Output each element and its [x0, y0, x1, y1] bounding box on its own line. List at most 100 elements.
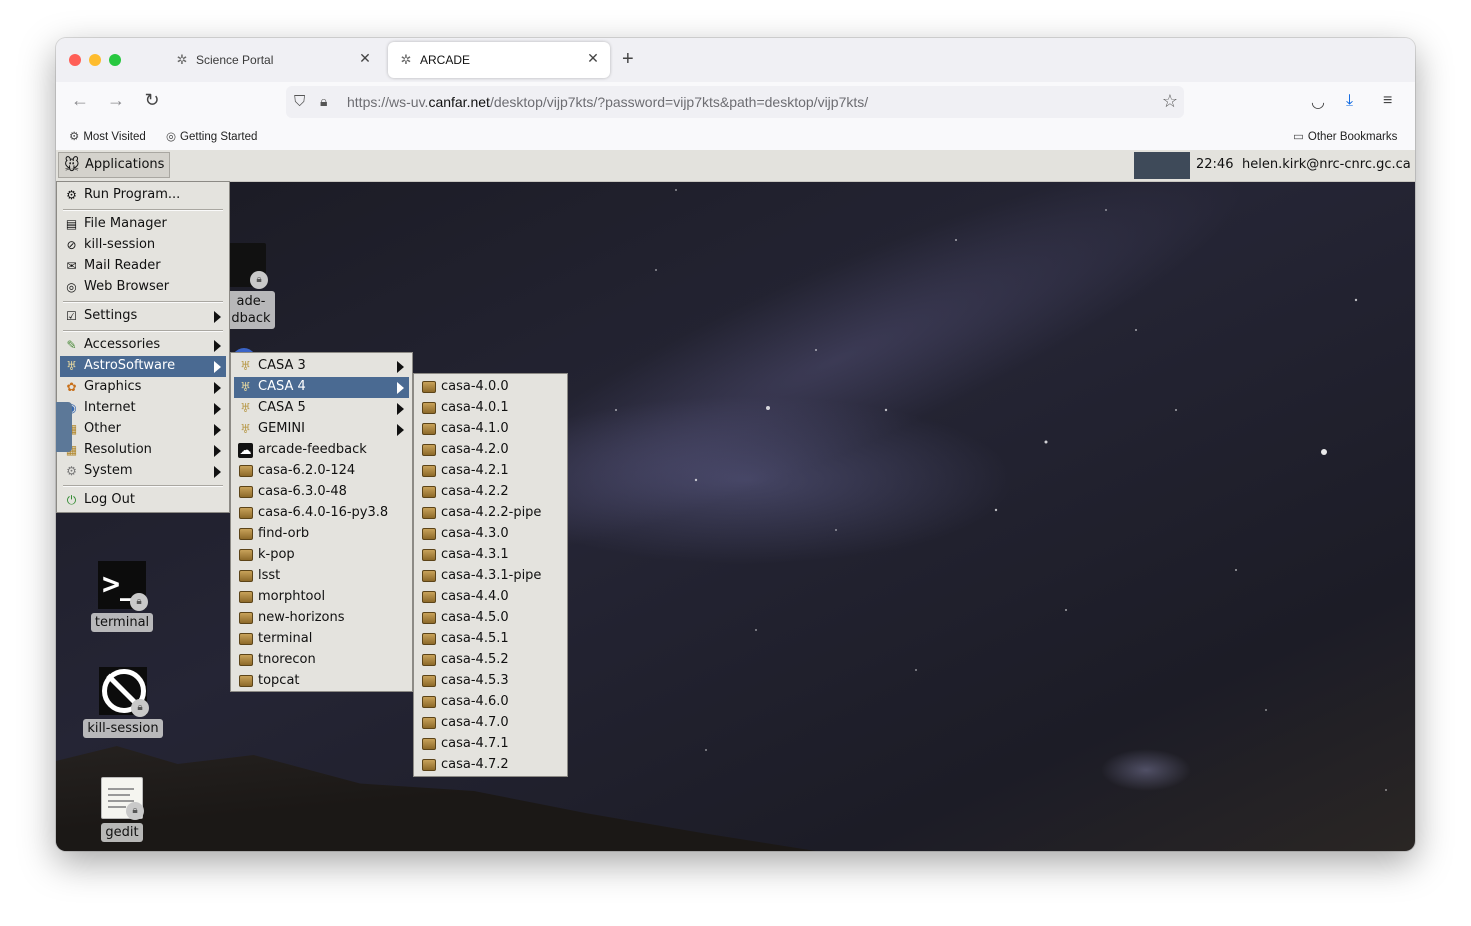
menu-item-internet[interactable]: ◉ Internet: [60, 398, 226, 419]
tab-title: ARCADE: [420, 53, 471, 67]
desktop-icon-terminal[interactable]: >_ 🔒︎ terminal: [84, 561, 160, 632]
shield-icon[interactable]: ⛉: [294, 93, 305, 110]
menu-item-casa-4-5-0[interactable]: casa-4.5.0: [417, 608, 564, 629]
forward-button[interactable]: →: [104, 90, 128, 111]
back-button[interactable]: ←: [68, 90, 92, 111]
package-icon: [238, 674, 253, 689]
menu-item-label: casa-4.1.0: [441, 421, 509, 436]
menu-item-casa-6-3-0[interactable]: casa-6.3.0-48: [234, 482, 409, 503]
menu-item-run-program[interactable]: ⚙ Run Program...: [60, 185, 226, 206]
submenu-arrow-icon: [214, 445, 221, 457]
menu-item-casa-4-4-0[interactable]: casa-4.4.0: [417, 587, 564, 608]
menu-item-file-manager[interactable]: ▤ File Manager: [60, 214, 226, 235]
panel-clock[interactable]: 22:46: [1196, 157, 1233, 172]
new-tab-button[interactable]: +: [622, 48, 634, 71]
tab-title: Science Portal: [196, 53, 274, 67]
package-icon: [421, 674, 436, 689]
menu-item-casa-6-4-0[interactable]: casa-6.4.0-16-py3.8: [234, 503, 409, 524]
lock-icon: 🔒︎: [131, 699, 149, 717]
address-bar[interactable]: ⛉ 🔒︎ https://ws-uv.canfar.net/desktop/vi…: [286, 86, 1184, 118]
menu-item-lsst[interactable]: lsst: [234, 566, 409, 587]
menu-item-web-browser[interactable]: ◎ Web Browser: [60, 277, 226, 298]
menu-item-label: casa-4.3.0: [441, 526, 509, 541]
menu-item-label: casa-4.7.1: [441, 736, 509, 751]
menu-item-system[interactable]: ⚙ System: [60, 461, 226, 482]
bookmark-getting-started[interactable]: ◎ Getting Started: [166, 129, 257, 143]
menu-item-k-pop[interactable]: k-pop: [234, 545, 409, 566]
menu-item-label: find-orb: [258, 526, 310, 541]
remote-desktop[interactable]: 🐭︎ Applications 22:46 helen.kirk@nrc-cnr…: [56, 150, 1415, 851]
close-tab-icon[interactable]: ✕: [584, 50, 602, 67]
menu-item-new-horizons[interactable]: new-horizons: [234, 608, 409, 629]
menu-item-casa-6-2-0[interactable]: casa-6.2.0-124: [234, 461, 409, 482]
menu-icon[interactable]: ≡: [1383, 92, 1392, 110]
menu-item-casa-4-0-0[interactable]: casa-4.0.0: [417, 377, 564, 398]
reload-button[interactable]: ↻: [140, 90, 164, 111]
menu-item-morphtool[interactable]: morphtool: [234, 587, 409, 608]
menu-item-settings[interactable]: ☑ Settings: [60, 306, 226, 327]
menu-item-casa-4-1-0[interactable]: casa-4.1.0: [417, 419, 564, 440]
close-window-button[interactable]: [69, 54, 81, 66]
url-text[interactable]: https://ws-uv.canfar.net/desktop/vijp7kt…: [347, 94, 868, 110]
desktop-icon-label: terminal: [90, 613, 154, 632]
minimize-window-button[interactable]: [89, 54, 101, 66]
zoom-window-button[interactable]: [109, 54, 121, 66]
menu-item-casa-4-3-1-pipe[interactable]: casa-4.3.1-pipe: [417, 566, 564, 587]
pocket-icon[interactable]: ◡: [1311, 92, 1325, 112]
menu-item-casa-4-2-2[interactable]: casa-4.2.2: [417, 482, 564, 503]
puzzle-icon: ✲: [400, 52, 412, 67]
menu-item-arcade-feedback[interactable]: ☁ arcade-feedback: [234, 440, 409, 461]
tab-arcade[interactable]: ✲ ARCADE ✕: [388, 42, 610, 78]
menu-item-label: casa-4.2.2-pipe: [441, 505, 542, 520]
desktop-icon-gedit[interactable]: 🔒︎ gedit: [94, 777, 150, 842]
menu-item-graphics[interactable]: ✿ Graphics: [60, 377, 226, 398]
menu-item-topcat[interactable]: topcat: [234, 671, 409, 692]
panel-user[interactable]: helen.kirk@nrc-cnrc.gc.ca: [1242, 157, 1411, 172]
close-tab-icon[interactable]: ✕: [356, 50, 374, 67]
menu-item-casa-4-2-2-pipe[interactable]: casa-4.2.2-pipe: [417, 503, 564, 524]
downloads-icon[interactable]: ⤓: [1346, 92, 1353, 110]
menu-item-casa-4-0-1[interactable]: casa-4.0.1: [417, 398, 564, 419]
menu-item-casa-4-7-0[interactable]: casa-4.7.0: [417, 713, 564, 734]
menu-item-casa-4-7-1[interactable]: casa-4.7.1: [417, 734, 564, 755]
logout-icon: ⏻: [66, 493, 77, 507]
menu-item-label: casa-4.2.1: [441, 463, 509, 478]
submenu-arrow-icon: [214, 311, 221, 323]
menu-item-terminal[interactable]: terminal: [234, 629, 409, 650]
side-panel-handle[interactable]: [56, 402, 72, 452]
workspace-pager[interactable]: [1134, 152, 1190, 179]
bookmark-star-icon[interactable]: ☆: [1162, 91, 1178, 112]
menu-item-kill-session[interactable]: ⊘ kill-session: [60, 235, 226, 256]
menu-item-label: casa-6.4.0-16-py3.8: [258, 505, 389, 520]
menu-item-casa-3[interactable]: ♅ CASA 3: [234, 356, 409, 377]
menu-item-casa-4-7-2[interactable]: casa-4.7.2: [417, 755, 564, 776]
menu-item-resolution[interactable]: ▦ Resolution: [60, 440, 226, 461]
menu-item-gemini[interactable]: ♅ GEMINI: [234, 419, 409, 440]
menu-item-tnorecon[interactable]: tnorecon: [234, 650, 409, 671]
desktop-icon-label: gedit: [101, 823, 143, 842]
menu-item-log-out[interactable]: ⏻ Log Out: [60, 490, 226, 511]
menu-item-casa-4-5-2[interactable]: casa-4.5.2: [417, 650, 564, 671]
menu-item-casa-4[interactable]: ♅ CASA 4: [234, 377, 409, 398]
desktop-icon-kill-session[interactable]: 🔒︎ kill-session: [80, 667, 166, 738]
menu-item-casa-5[interactable]: ♅ CASA 5: [234, 398, 409, 419]
menu-item-casa-4-2-1[interactable]: casa-4.2.1: [417, 461, 564, 482]
bookmark-most-visited[interactable]: ⚙ Most Visited: [69, 129, 146, 143]
menu-item-casa-4-5-3[interactable]: casa-4.5.3: [417, 671, 564, 692]
menu-item-other[interactable]: ▦ Other: [60, 419, 226, 440]
other-bookmarks[interactable]: ▭ Other Bookmarks: [1293, 129, 1397, 143]
package-icon: [421, 758, 436, 773]
applications-menu-button[interactable]: 🐭︎ Applications: [58, 152, 170, 178]
menu-item-casa-4-2-0[interactable]: casa-4.2.0: [417, 440, 564, 461]
menu-item-accessories[interactable]: ✎ Accessories: [60, 335, 226, 356]
menu-item-mail-reader[interactable]: ✉ Mail Reader: [60, 256, 226, 277]
menu-item-casa-4-3-0[interactable]: casa-4.3.0: [417, 524, 564, 545]
tab-science-portal[interactable]: ✲ Science Portal ✕: [164, 42, 382, 78]
menu-item-casa-4-6-0[interactable]: casa-4.6.0: [417, 692, 564, 713]
menu-item-astrosoftware[interactable]: ♅ AstroSoftware: [60, 356, 226, 377]
lock-icon[interactable]: 🔒︎: [320, 93, 327, 110]
menu-item-find-orb[interactable]: find-orb: [234, 524, 409, 545]
menu-item-casa-4-5-1[interactable]: casa-4.5.1: [417, 629, 564, 650]
menu-item-label: casa-4.2.2: [441, 484, 509, 499]
menu-item-casa-4-3-1[interactable]: casa-4.3.1: [417, 545, 564, 566]
